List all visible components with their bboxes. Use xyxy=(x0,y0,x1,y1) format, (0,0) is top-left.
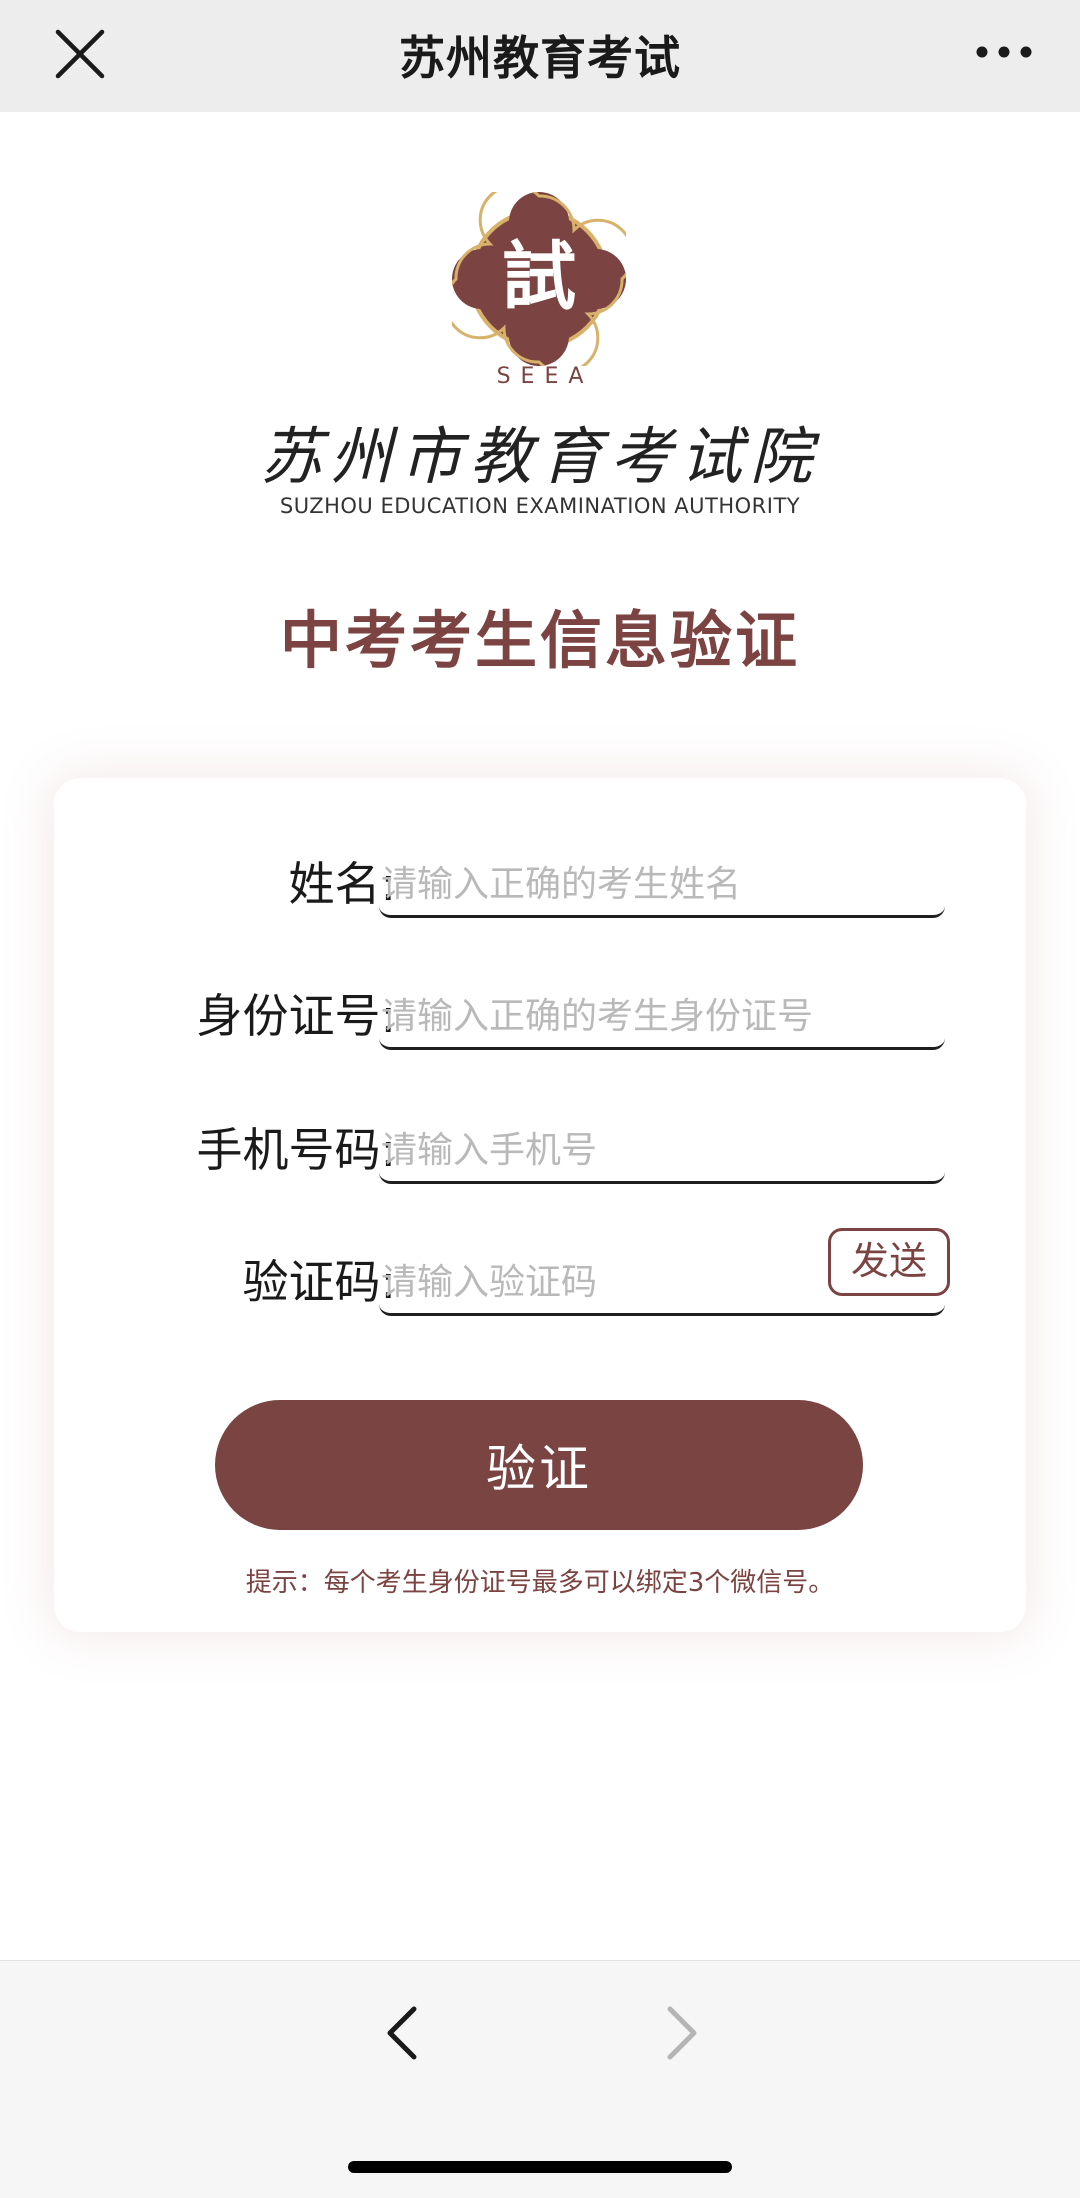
home-indicator xyxy=(348,2161,732,2173)
page-title: 苏州教育考试 xyxy=(399,31,681,85)
seal-abbreviation: SEEA xyxy=(496,364,594,389)
verification-form-card: 姓名: 身份证号: 手机号码: 验证码: 发送 验证 提示：每个考生身份证号最多… xyxy=(54,778,1026,1632)
id-number-row: 身份证号: xyxy=(54,974,1026,1050)
phone-input[interactable] xyxy=(379,1108,945,1184)
verify-button[interactable]: 验证 xyxy=(215,1400,863,1530)
phone-row: 手机号码: xyxy=(54,1108,1026,1184)
chevron-right-icon[interactable] xyxy=(660,2003,704,2063)
id-number-label: 身份证号: xyxy=(196,989,397,1043)
top-nav-bar: 苏州教育考试 xyxy=(0,0,1080,112)
id-number-input[interactable] xyxy=(379,974,945,1050)
name-row: 姓名: xyxy=(54,842,1026,918)
bottom-nav-bar xyxy=(0,1960,1080,2198)
seal-char: 試 xyxy=(502,234,576,320)
authority-name-cn: 苏州市教育考试院 xyxy=(259,420,820,493)
code-row: 验证码: 发送 xyxy=(54,1228,1026,1316)
binding-hint: 提示：每个考生身份证号最多可以绑定3个微信号。 xyxy=(245,1568,835,1598)
code-label: 验证码: xyxy=(242,1255,397,1309)
form-heading: 中考考生信息验证 xyxy=(279,604,800,677)
authority-name-en: SUZHOU EDUCATION EXAMINATION AUTHORITY xyxy=(279,494,801,518)
chevron-left-icon[interactable] xyxy=(380,2003,424,2063)
seal-logo: 試 xyxy=(452,192,626,366)
phone-label: 手机号码: xyxy=(196,1123,397,1177)
send-code-button[interactable]: 发送 xyxy=(828,1228,950,1296)
page: 苏州教育考试 試 SEEA 苏州市教育考试院 SUZHOU EDUCATION … xyxy=(0,0,1080,2198)
more-dots-icon[interactable] xyxy=(974,40,1034,64)
name-input[interactable] xyxy=(379,842,945,918)
